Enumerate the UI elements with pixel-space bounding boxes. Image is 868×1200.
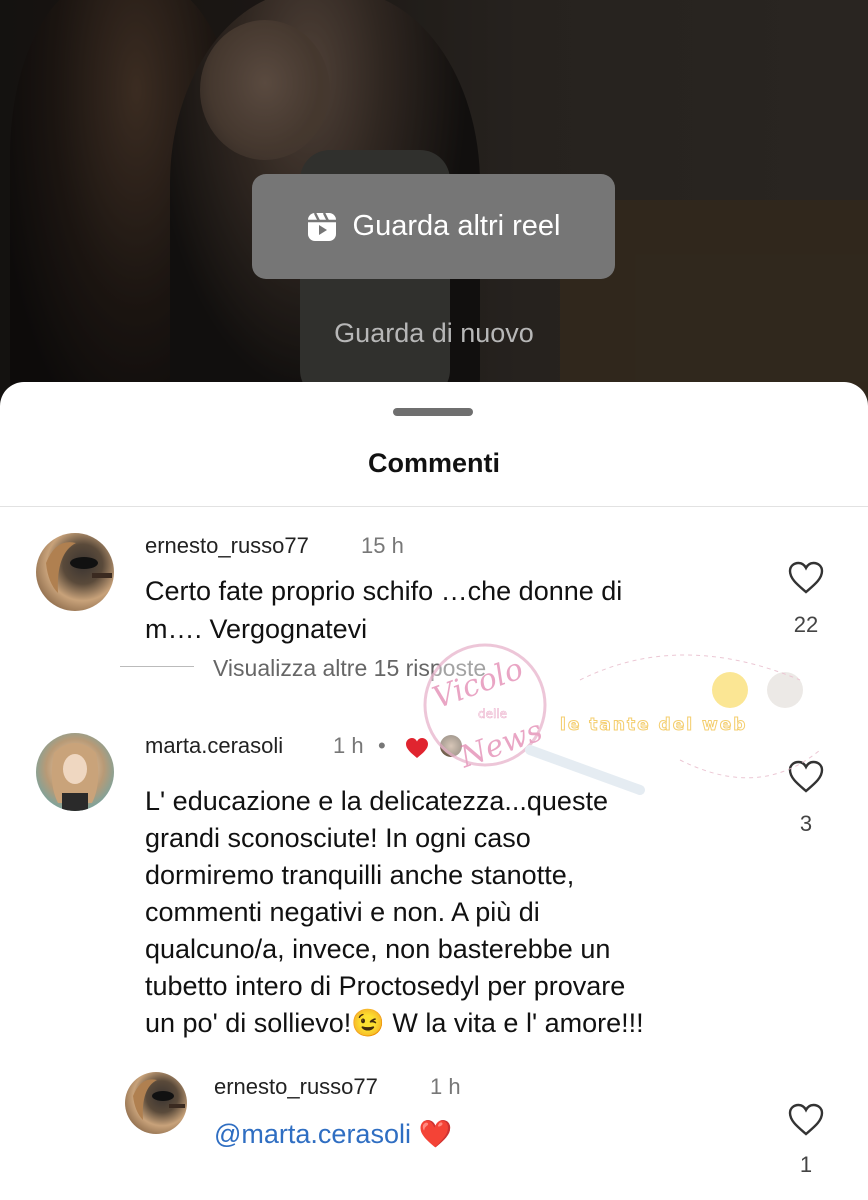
- replies-line: [120, 666, 194, 667]
- comment-text-line: qualcuno/a, invece, non basterebbe un: [145, 934, 611, 964]
- reply-username[interactable]: ernesto_russo77: [214, 1074, 378, 1100]
- separator-dot: •: [378, 733, 386, 758]
- comment-time: 1 h: [333, 733, 364, 758]
- avatar-image: [46, 542, 112, 593]
- avatar-image: [51, 743, 99, 811]
- comment-username[interactable]: ernesto_russo77: [145, 533, 309, 559]
- avatar[interactable]: [125, 1072, 187, 1134]
- sheet-drag-handle[interactable]: [393, 408, 473, 416]
- like-heart-icon[interactable]: [788, 561, 824, 595]
- avatar-image: [133, 1079, 185, 1120]
- comment-username[interactable]: marta.cerasoli: [145, 733, 283, 759]
- sheet-title: Commenti: [367, 448, 500, 478]
- heart-emoji: ❤️: [418, 1119, 453, 1149]
- comment-text-line: grandi sconosciute! In ogni caso: [145, 823, 531, 853]
- creator-liked-heart-icon: [406, 738, 428, 758]
- like-heart-icon[interactable]: [788, 1103, 824, 1137]
- comment-text-line: commenti negativi e non. A più di: [145, 897, 540, 927]
- like-count: 3: [799, 811, 813, 836]
- creator-mini-avatar: [440, 735, 462, 757]
- mention-link[interactable]: @marta.cerasoli: [214, 1119, 411, 1149]
- reel-video[interactable]: Guarda altri reel Guarda di nuovo: [0, 0, 868, 420]
- comment-time: 15 h: [361, 533, 404, 558]
- reply-text: @marta.cerasoli ❤️: [214, 1115, 452, 1153]
- comment-text-line: m…. Vergognatevi: [145, 614, 368, 644]
- avatar[interactable]: [36, 533, 114, 611]
- reels-icon: [307, 211, 336, 241]
- like-count: 1: [799, 1152, 813, 1177]
- like-count: 22: [793, 612, 819, 637]
- rewatch-button[interactable]: Guarda di nuovo: [0, 318, 868, 349]
- comment-text-line: dormiremo tranquilli anche stanotte,: [145, 860, 575, 890]
- avatar[interactable]: [36, 733, 114, 811]
- like-heart-icon[interactable]: [788, 760, 824, 794]
- view-replies-link[interactable]: Visualizza altre 15 risposte: [213, 655, 486, 682]
- watch-more-reels-label: Guarda altri reel: [352, 210, 561, 242]
- reply-time: 1 h: [430, 1074, 461, 1099]
- comment-text-line: un po' di sollievo!😉 W la vita e l' amor…: [145, 1008, 644, 1038]
- watch-more-reels-button[interactable]: Guarda altri reel: [252, 174, 615, 279]
- comment-text-line: tubetto intero di Proctosedyl per provar…: [145, 971, 626, 1001]
- comment-text-line: Certo fate proprio schifo …che donne di: [145, 576, 623, 606]
- sheet-divider: [0, 506, 868, 507]
- comment-text-line: L' educazione e la delicatezza...queste: [145, 786, 608, 816]
